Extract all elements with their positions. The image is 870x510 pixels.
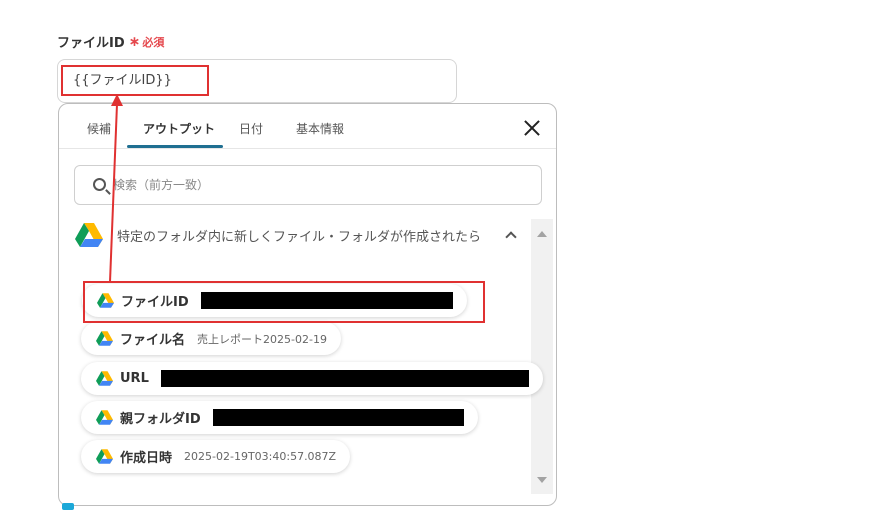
tab-candidates[interactable]: 候補	[87, 120, 111, 137]
google-drive-icon	[96, 331, 113, 346]
output-item-file-id[interactable]: ファイルID	[82, 284, 467, 317]
next-field-edge	[62, 503, 74, 510]
close-icon[interactable]	[522, 118, 542, 138]
redacted-value	[212, 409, 464, 426]
required-text: 必須	[142, 35, 165, 49]
output-item-name: ファイル名	[120, 333, 186, 348]
output-item-file-name[interactable]: ファイル名 売上レポート2025-02-19	[81, 322, 341, 355]
trigger-group-header[interactable]: 特定のフォルダ内に新しくファイル・フォルダが作成されたら	[75, 223, 517, 247]
search-input[interactable]	[113, 166, 533, 204]
field-label: ファイルID ∗ 必須	[57, 32, 165, 52]
group-title: 特定のフォルダ内に新しくファイル・フォルダが作成されたら	[117, 229, 482, 245]
output-item-url[interactable]: URL	[81, 362, 543, 395]
chevron-up-icon[interactable]	[505, 231, 517, 243]
required-indicator: ∗ 必須	[129, 34, 165, 50]
output-item-parent-folder-id[interactable]: 親フォルダID	[81, 401, 478, 434]
variable-picker-popup: 候補 アウトプット 日付 基本情報 特定のフォルダ内に新しくファイル・フォルダが…	[58, 103, 557, 506]
search-icon	[93, 178, 106, 191]
google-drive-icon	[96, 449, 113, 464]
active-tab-indicator	[127, 145, 223, 148]
scroll-up-arrow-icon[interactable]	[537, 231, 547, 237]
google-drive-icon	[97, 293, 114, 308]
file-id-input-value[interactable]: {{ファイルID}}	[61, 65, 209, 96]
tab-date[interactable]: 日付	[239, 120, 263, 137]
tab-bar: 候補 アウトプット 日付 基本情報	[59, 104, 556, 149]
google-drive-icon	[96, 410, 113, 425]
redacted-value	[200, 292, 453, 309]
output-item-name: 親フォルダID	[120, 412, 201, 427]
output-item-created-at[interactable]: 作成日時 2025-02-19T03:40:57.087Z	[81, 440, 351, 473]
tab-basic-info[interactable]: 基本情報	[296, 120, 344, 137]
scrollbar[interactable]	[531, 219, 553, 494]
google-drive-icon	[75, 223, 103, 247]
output-item-value: 売上レポート2025-02-19	[197, 332, 327, 346]
output-item-value: 2025-02-19T03:40:57.087Z	[184, 450, 337, 463]
field-label-text: ファイルID	[57, 36, 125, 51]
output-item-name: 作成日時	[120, 451, 173, 466]
required-star: ∗	[128, 33, 141, 50]
redacted-value	[160, 370, 529, 387]
output-item-name: ファイルID	[121, 295, 189, 310]
output-item-name: URL	[120, 371, 149, 386]
tab-output[interactable]: アウトプット	[143, 120, 215, 137]
scroll-down-arrow-icon[interactable]	[537, 477, 547, 483]
google-drive-icon	[96, 371, 113, 386]
search-box	[74, 165, 542, 205]
